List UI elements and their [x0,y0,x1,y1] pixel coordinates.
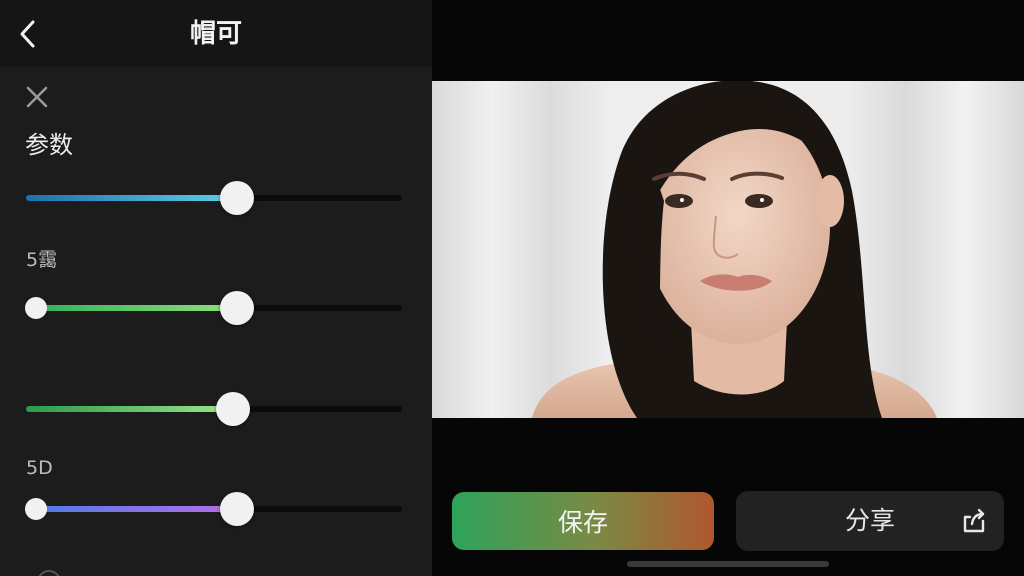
slider-4-label: 5D [26,457,53,479]
share-icon [963,508,985,533]
slider-fill [26,506,237,512]
top-bar: 帽可 [0,0,432,67]
page-title: 帽可 [189,19,242,49]
settings-panel: 帽可 参数 5靄 5D [0,0,432,576]
slider-knob[interactable] [219,181,254,215]
slider-fill [26,305,237,311]
slider-start-knob[interactable] [25,297,47,319]
save-button[interactable]: 保存 [452,492,714,550]
app-screen: 帽可 参数 5靄 5D 保存 分享 [0,0,1024,576]
slider-knob[interactable] [215,392,250,426]
slider-2[interactable] [25,290,402,326]
back-button[interactable] [10,14,44,54]
share-button[interactable]: 分享 [736,491,1004,551]
slider-fill [26,406,233,412]
slider-fill [26,195,237,201]
slider-knob[interactable] [219,492,254,526]
portrait-preview-image [432,81,1024,418]
slider-2-label: 5靄 [26,249,58,271]
action-bar: 保存 分享 [432,490,1024,552]
slider-3[interactable] [26,391,402,427]
slider-4[interactable] [25,491,402,527]
close-icon [26,86,48,108]
home-indicator [627,561,829,567]
chevron-left-icon [20,20,35,48]
slider-knob[interactable] [219,291,254,325]
slider-start-knob[interactable] [25,498,47,520]
partial-slider-knob [37,570,61,576]
close-button[interactable] [22,82,52,112]
section-title: 参数 [25,131,73,159]
preview-panel: 保存 分享 [432,0,1024,576]
slider-1[interactable] [26,180,402,216]
portrait-photo [432,81,1024,418]
